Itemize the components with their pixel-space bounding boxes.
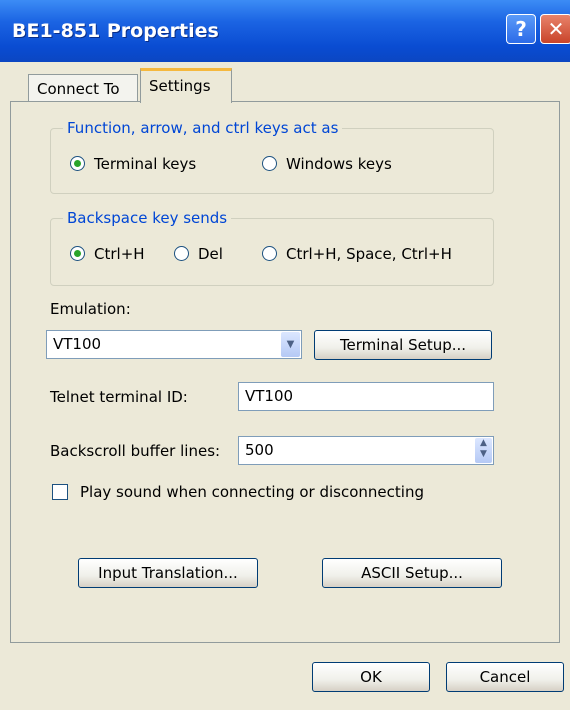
tab-connect-to[interactable]: Connect To	[28, 74, 138, 102]
play-sound-checkbox[interactable]	[52, 484, 68, 500]
telnet-id-label: Telnet terminal ID:	[50, 388, 188, 406]
properties-dialog: BE1-851 Properties ? ✕ Connect To Settin…	[0, 0, 570, 710]
telnet-id-input[interactable]: VT100	[238, 382, 494, 411]
title-bar[interactable]: BE1-851 Properties ? ✕	[0, 0, 570, 62]
window-title: BE1-851 Properties	[12, 20, 219, 42]
spin-arrows-icon[interactable]: ▲ ▼	[475, 438, 492, 463]
function-keys-legend: Function, arrow, and ctrl keys act as	[63, 119, 343, 137]
radio-empty-icon	[262, 156, 277, 171]
play-sound-label: Play sound when connecting or disconnect…	[80, 483, 424, 501]
ctrl-h-radio[interactable]: Ctrl+H	[70, 245, 145, 263]
cancel-button[interactable]: Cancel	[446, 662, 564, 692]
close-button[interactable]: ✕	[540, 14, 570, 44]
emulation-value: VT100	[53, 335, 102, 353]
ascii-setup-button[interactable]: ASCII Setup...	[322, 558, 502, 588]
radio-empty-icon	[174, 246, 189, 261]
help-button[interactable]: ?	[506, 14, 536, 44]
radio-selected-icon	[70, 156, 85, 171]
terminal-keys-radio[interactable]: Terminal keys	[70, 155, 196, 173]
terminal-setup-button[interactable]: Terminal Setup...	[314, 330, 492, 360]
emulation-select[interactable]: VT100 ▼	[46, 330, 302, 359]
chevron-down-icon[interactable]: ▼	[281, 332, 300, 357]
radio-empty-icon	[262, 246, 277, 261]
input-translation-button[interactable]: Input Translation...	[78, 558, 258, 588]
radio-selected-icon	[70, 246, 85, 261]
ok-button[interactable]: OK	[312, 662, 430, 692]
backspace-legend: Backspace key sends	[63, 209, 232, 227]
emulation-label: Emulation:	[50, 300, 131, 318]
backscroll-value: 500	[245, 441, 274, 459]
tab-settings[interactable]: Settings	[140, 68, 232, 103]
del-radio[interactable]: Del	[174, 245, 223, 263]
backscroll-input[interactable]: 500 ▲ ▼	[238, 436, 494, 465]
windows-keys-radio[interactable]: Windows keys	[262, 155, 392, 173]
backscroll-label: Backscroll buffer lines:	[50, 442, 221, 460]
ctrl-h-space-radio[interactable]: Ctrl+H, Space, Ctrl+H	[262, 245, 452, 263]
